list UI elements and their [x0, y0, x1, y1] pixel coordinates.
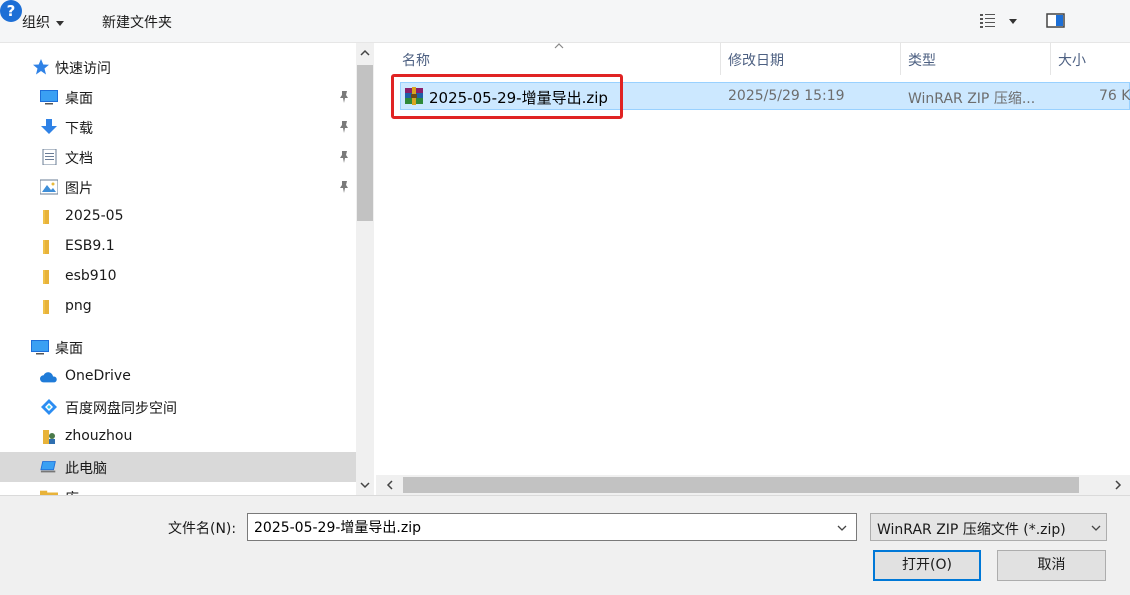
- nav-item-label: 2025-05: [65, 208, 124, 224]
- filename-label: 文件名(N):: [168, 521, 237, 537]
- document-icon: [42, 149, 57, 165]
- nav-item-label: 库: [65, 488, 79, 495]
- open-button[interactable]: 打开(O): [873, 550, 981, 581]
- column-header-date[interactable]: 修改日期: [728, 43, 784, 75]
- nav-item-label: 桌面: [65, 91, 93, 107]
- nav-item-label: png: [65, 298, 92, 314]
- column-separator[interactable]: [900, 43, 901, 75]
- nav-item-label: 下载: [65, 121, 93, 137]
- folder-icon: [43, 300, 49, 314]
- toolbar: 组织 新建文件夹 ?: [0, 0, 1130, 43]
- nav-item-label: 桌面: [55, 341, 83, 357]
- nav-item-library[interactable]: 库: [0, 482, 356, 495]
- nav-item-baidu-netdisk[interactable]: 百度网盘同步空间: [0, 392, 356, 422]
- scroll-up-icon[interactable]: [359, 47, 371, 59]
- nav-item-label: OneDrive: [65, 368, 131, 384]
- nav-item-desktop[interactable]: 桌面: [0, 82, 356, 112]
- filetype-value: WinRAR ZIP 压缩文件 (*.zip): [877, 522, 1066, 538]
- desktop-icon: [40, 90, 58, 105]
- navigation-pane: 快速访问 桌面 下载 文档 图片 2025-05 ESB9.1 esb910 p…: [0, 43, 356, 495]
- annotation-highlight-box: [391, 74, 623, 119]
- download-icon: [41, 119, 57, 134]
- help-icon[interactable]: ?: [0, 0, 22, 22]
- scroll-left-icon[interactable]: [384, 479, 396, 491]
- column-header-size[interactable]: 大小: [1058, 43, 1086, 75]
- column-header-name[interactable]: 名称: [402, 43, 430, 75]
- folder-icon: [43, 240, 49, 254]
- pin-icon[interactable]: [338, 90, 350, 104]
- hscrollbar-thumb[interactable]: [403, 477, 1079, 493]
- filetype-select[interactable]: WinRAR ZIP 压缩文件 (*.zip): [870, 513, 1107, 541]
- file-type: WinRAR ZIP 压缩...: [908, 91, 1036, 107]
- nav-item-pictures[interactable]: 图片: [0, 172, 356, 202]
- preview-pane-icon[interactable]: [1045, 10, 1067, 32]
- nav-item-downloads[interactable]: 下载: [0, 112, 356, 142]
- nav-item-label: 此电脑: [65, 461, 107, 477]
- nav-item-folder-esb91[interactable]: ESB9.1: [0, 232, 356, 262]
- organize-button[interactable]: 组织: [22, 12, 64, 32]
- cancel-button[interactable]: 取消: [997, 550, 1106, 581]
- view-options-icon[interactable]: [977, 10, 999, 32]
- pin-icon[interactable]: [338, 150, 350, 164]
- user-icon: [43, 430, 55, 444]
- nav-item-onedrive[interactable]: OneDrive: [0, 362, 356, 392]
- nav-item-label: esb910: [65, 268, 117, 284]
- column-separator[interactable]: [1050, 43, 1051, 75]
- nav-scrollbar[interactable]: [356, 43, 374, 495]
- baidu-netdisk-icon: [41, 399, 57, 415]
- new-folder-button[interactable]: 新建文件夹: [102, 12, 172, 32]
- dialog-footer: 文件名(N): WinRAR ZIP 压缩文件 (*.zip) 打开(O) 取消: [0, 495, 1130, 595]
- nav-item-folder-2025-05[interactable]: 2025-05: [0, 202, 356, 232]
- nav-item-folder-png[interactable]: png: [0, 292, 356, 322]
- nav-item-label: 文档: [65, 151, 93, 167]
- pictures-icon: [40, 179, 58, 195]
- column-header-type[interactable]: 类型: [908, 43, 936, 75]
- nav-item-quick-access[interactable]: 快速访问: [0, 52, 356, 82]
- computer-icon: [40, 461, 56, 473]
- chevron-down-icon[interactable]: [836, 523, 848, 533]
- nav-item-folder-esb910[interactable]: esb910: [0, 262, 356, 292]
- file-date: 2025/5/29 15:19: [728, 88, 845, 104]
- nav-item-label: 图片: [65, 181, 93, 197]
- nav-item-this-pc[interactable]: 此电脑: [0, 452, 356, 482]
- nav-item-label: 百度网盘同步空间: [65, 401, 177, 417]
- scroll-down-icon[interactable]: [359, 479, 371, 491]
- nav-item-documents[interactable]: 文档: [0, 142, 356, 172]
- organize-label: 组织: [22, 15, 50, 31]
- sort-ascending-icon: [554, 43, 564, 49]
- chevron-down-icon: [56, 20, 64, 26]
- file-size: 76 K: [1099, 88, 1130, 104]
- scroll-right-icon[interactable]: [1112, 479, 1124, 491]
- column-separator[interactable]: [720, 43, 721, 75]
- desktop-icon: [31, 340, 49, 355]
- nav-item-user-folder[interactable]: zhouzhou: [0, 422, 356, 452]
- pin-icon[interactable]: [338, 180, 350, 194]
- file-list-hscrollbar[interactable]: [376, 475, 1130, 495]
- nav-item-desktop-root[interactable]: 桌面: [0, 332, 356, 362]
- filename-input[interactable]: [247, 513, 857, 541]
- chevron-down-icon: [1091, 525, 1101, 531]
- pin-icon[interactable]: [338, 120, 350, 134]
- star-icon: [33, 59, 49, 75]
- view-dropdown-icon[interactable]: [1009, 19, 1017, 24]
- nav-scrollbar-thumb[interactable]: [357, 65, 373, 221]
- folder-icon: [43, 270, 49, 284]
- onedrive-icon: [40, 372, 57, 383]
- folder-icon: [43, 210, 49, 224]
- nav-item-label: 快速访问: [55, 61, 111, 77]
- nav-item-label: ESB9.1: [65, 238, 115, 254]
- nav-item-label: zhouzhou: [65, 428, 133, 444]
